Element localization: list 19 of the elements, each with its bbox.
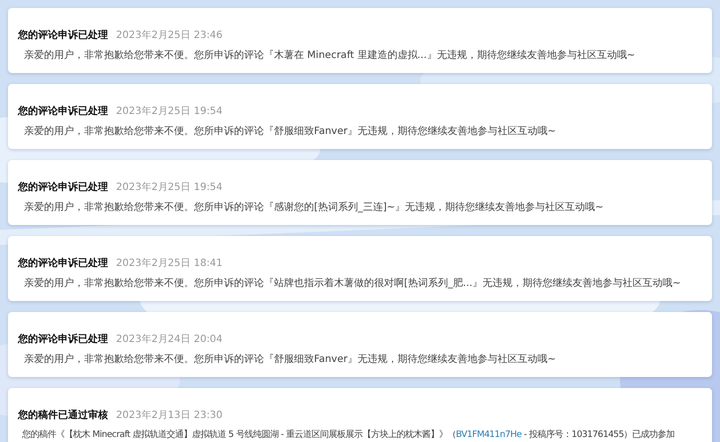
notification-title: 您的评论申诉已处理	[18, 332, 108, 346]
notification-time: 2023年2月13日 23:30	[116, 409, 223, 422]
video-link[interactable]: BV1FM411n7He	[456, 430, 522, 440]
notification-time: 2023年2月25日 18:41	[116, 257, 223, 270]
notification-title: 您的评论申诉已处理	[18, 256, 108, 270]
notification-time: 2023年2月25日 23:46	[116, 29, 223, 42]
notification-message: 您的稿件《【枕木 Minecraft 虚拟轨道交通】虚拟轨道 5 号线纯圆湖 - 重云道区间展板展示【方块上的枕木酱】》（BV1FM411n7He - 投稿序号：1031761455）已成功参加	[21, 428, 675, 441]
notification-title: 您的评论申诉已处理	[18, 180, 108, 194]
notification-title: 您的评论申诉已处理	[18, 104, 108, 118]
notification-message: 亲爱的用户，非常抱歉给您带来不便。您所申诉的评论『站牌也指示着木薯做的很对啊[热词系列_肥...』无违规，期待您继续友善地参与社区互动哦~	[23, 276, 682, 290]
notification-message: 亲爱的用户，非常抱歉给您带来不便。您所申诉的评论『木薯在 Minecraft 里建造的虚拟...』无违规，期待您继续友善地参与社区互动哦~	[23, 48, 636, 62]
notification-message: 亲爱的用户，非常抱歉给您带来不便。您所申诉的评论『舒服细致Fanver』无违规，期待您继续友善地参与社区互动哦~	[23, 352, 557, 366]
notification-title: 您的稿件已通过审核	[18, 408, 108, 422]
notification-time: 2023年2月24日 20:04	[116, 333, 223, 346]
notification-title: 您的评论申诉已处理	[18, 28, 108, 42]
notification-message: 亲爱的用户，非常抱歉给您带来不便。您所申诉的评论『感谢您的[热词系列_三连]~』无违规，期待您继续友善地参与社区互动哦~	[23, 200, 605, 214]
notification-message: 亲爱的用户，非常抱歉给您带来不便。您所申诉的评论『舒服细致Fanver』无违规，期待您继续友善地参与社区互动哦~	[23, 124, 557, 138]
notification-time: 2023年2月25日 19:54	[116, 181, 223, 194]
notification-time: 2023年2月25日 19:54	[116, 105, 223, 118]
